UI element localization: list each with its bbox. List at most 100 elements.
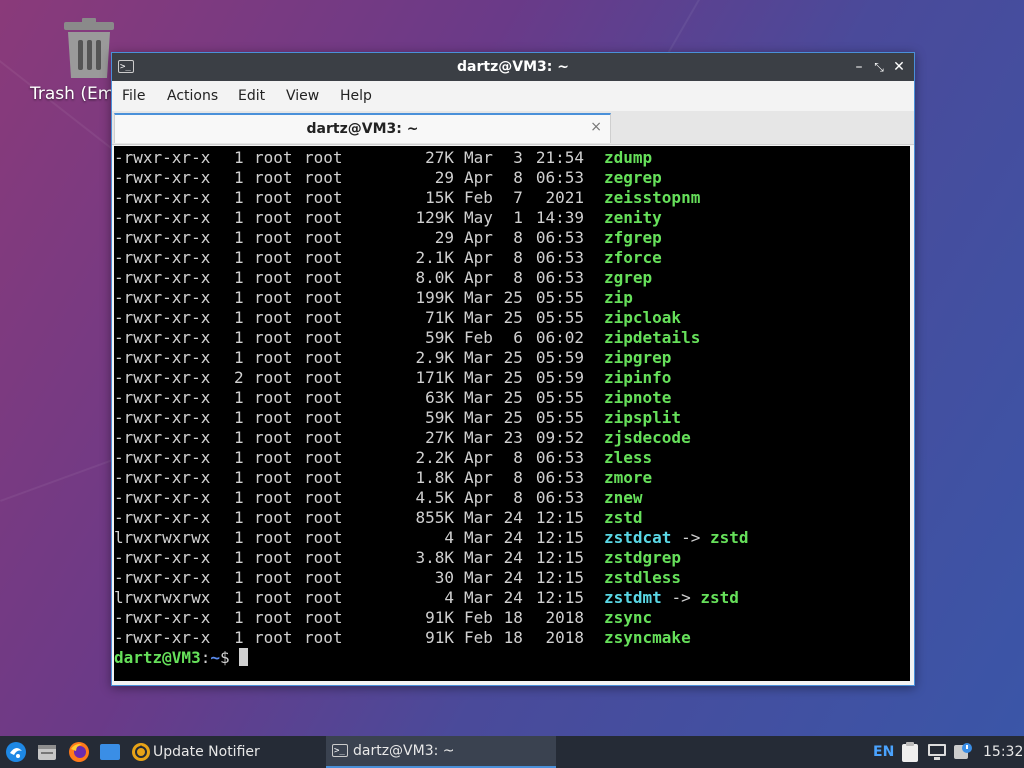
file-day: 24 [503,568,523,587]
file-group: root [304,508,343,527]
network-icon[interactable] [927,743,947,761]
file-name: zipsplit [604,408,681,428]
symlink-arrow: -> [671,588,691,607]
clipboard-icon[interactable] [900,741,920,763]
minimize-button[interactable]: – [850,57,868,77]
menu-actions[interactable]: Actions [167,88,218,104]
symlink-target: zstd [700,588,739,607]
file-month: Mar [464,388,493,407]
file-permissions: -rwxr-xr-x [114,208,211,227]
file-time: 12:15 [535,508,584,527]
file-month: Apr [464,448,493,467]
file-month: Mar [464,548,493,567]
prompt-path: ~ [210,648,220,667]
file-month: Mar [464,588,493,607]
prompt-dollar: $ [219,648,230,667]
file-owner: root [254,628,293,647]
file-time: 06:02 [535,328,584,347]
taskbar: Update Notifier >_ dartz@VM3: ~ EN 15:32 [0,736,1024,768]
file-group: root [304,208,343,227]
file-links: 1 [234,608,244,627]
file-owner: root [254,428,293,447]
file-permissions: -rwxr-xr-x [114,268,211,287]
file-size: 199K [415,288,454,307]
keyboard-layout-indicator[interactable]: EN [873,740,894,764]
file-day: 7 [513,188,523,207]
file-day: 8 [513,228,523,247]
file-size: 71K [425,308,454,327]
file-owner: root [254,408,293,427]
lubuntu-start-icon[interactable] [5,741,27,763]
file-group: root [304,148,343,167]
file-group: root [304,348,343,367]
file-permissions: -rwxr-xr-x [114,388,211,407]
task-terminal[interactable]: >_ dartz@VM3: ~ [326,736,556,768]
terminal-output[interactable]: -rwxr-xr-x 1 root root 27K Mar 3 21:54 zdump -rwx… [114,146,910,681]
file-day: 8 [513,448,523,467]
file-date: Feb 6 [464,328,523,348]
close-button[interactable]: ✕ [890,57,908,77]
menu-help[interactable]: Help [340,88,372,104]
menu-edit[interactable]: Edit [238,88,265,104]
file-owner: root [254,608,293,627]
file-owner: root [254,148,293,167]
file-group: root [304,448,343,467]
menu-view[interactable]: View [286,88,319,104]
file-links: 1 [234,268,244,287]
file-permissions: -rwxr-xr-x [114,568,211,587]
file-name: zdump [604,148,652,168]
prompt-user-host: dartz@VM3 [114,648,201,667]
file-date: Mar 24 [464,508,523,528]
file-group: root [304,488,343,507]
file-links: 1 [234,428,244,447]
task-update-notifier[interactable]: Update Notifier [130,740,320,764]
file-name-text: zforce [604,248,662,267]
file-month: Mar [464,148,493,167]
file-time: 06:53 [535,168,584,187]
file-time: 06:53 [535,448,584,467]
file-size: 59K [425,408,454,427]
file-month: Apr [464,468,493,487]
file-name: zjsdecode [604,428,691,448]
file-day: 24 [503,508,523,527]
update-notifier-icon [132,743,150,761]
file-month: Feb [464,628,493,647]
window-titlebar[interactable]: >_ dartz@VM3: ~ – ⤡ ✕ [112,53,914,81]
file-month: Apr [464,168,493,187]
file-name: znew [604,488,643,508]
maximize-button[interactable]: ⤡ [870,57,888,77]
tab-close-icon[interactable]: × [590,119,602,135]
file-name-text: zipdetails [604,328,701,347]
file-name-text: zipnote [604,388,672,407]
file-day: 8 [513,268,523,287]
firefox-icon[interactable] [68,741,90,763]
file-group: root [304,268,343,287]
show-desktop-icon[interactable] [99,742,121,762]
file-owner: root [254,468,293,487]
file-size: 15K [425,188,454,207]
file-name-text: zenity [604,208,662,227]
file-name-text: zgrep [604,268,653,287]
file-time: 06:53 [535,488,584,507]
file-manager-icon[interactable] [37,742,57,762]
file-owner: root [254,348,293,367]
notification-icon[interactable] [953,742,973,762]
file-size: 2.2K [415,448,454,467]
clock[interactable]: 15:32 [983,740,1023,764]
file-links: 1 [234,488,244,507]
file-links: 1 [234,328,244,347]
file-time: 2018 [545,608,584,627]
file-day: 25 [503,388,523,407]
shell-prompt[interactable]: dartz@VM3:~$ [114,648,248,668]
file-day: 24 [503,528,523,547]
file-permissions: -rwxr-xr-x [114,508,211,527]
file-links: 1 [234,568,244,587]
file-month: Feb [464,328,493,347]
file-group: root [304,528,343,547]
file-name-text: zeisstopnm [604,188,701,207]
file-group: root [304,628,343,647]
menu-file[interactable]: File [122,88,145,104]
file-group: root [304,568,343,587]
file-day: 1 [513,208,523,227]
tab-terminal[interactable]: dartz@VM3: ~ × [114,113,611,143]
